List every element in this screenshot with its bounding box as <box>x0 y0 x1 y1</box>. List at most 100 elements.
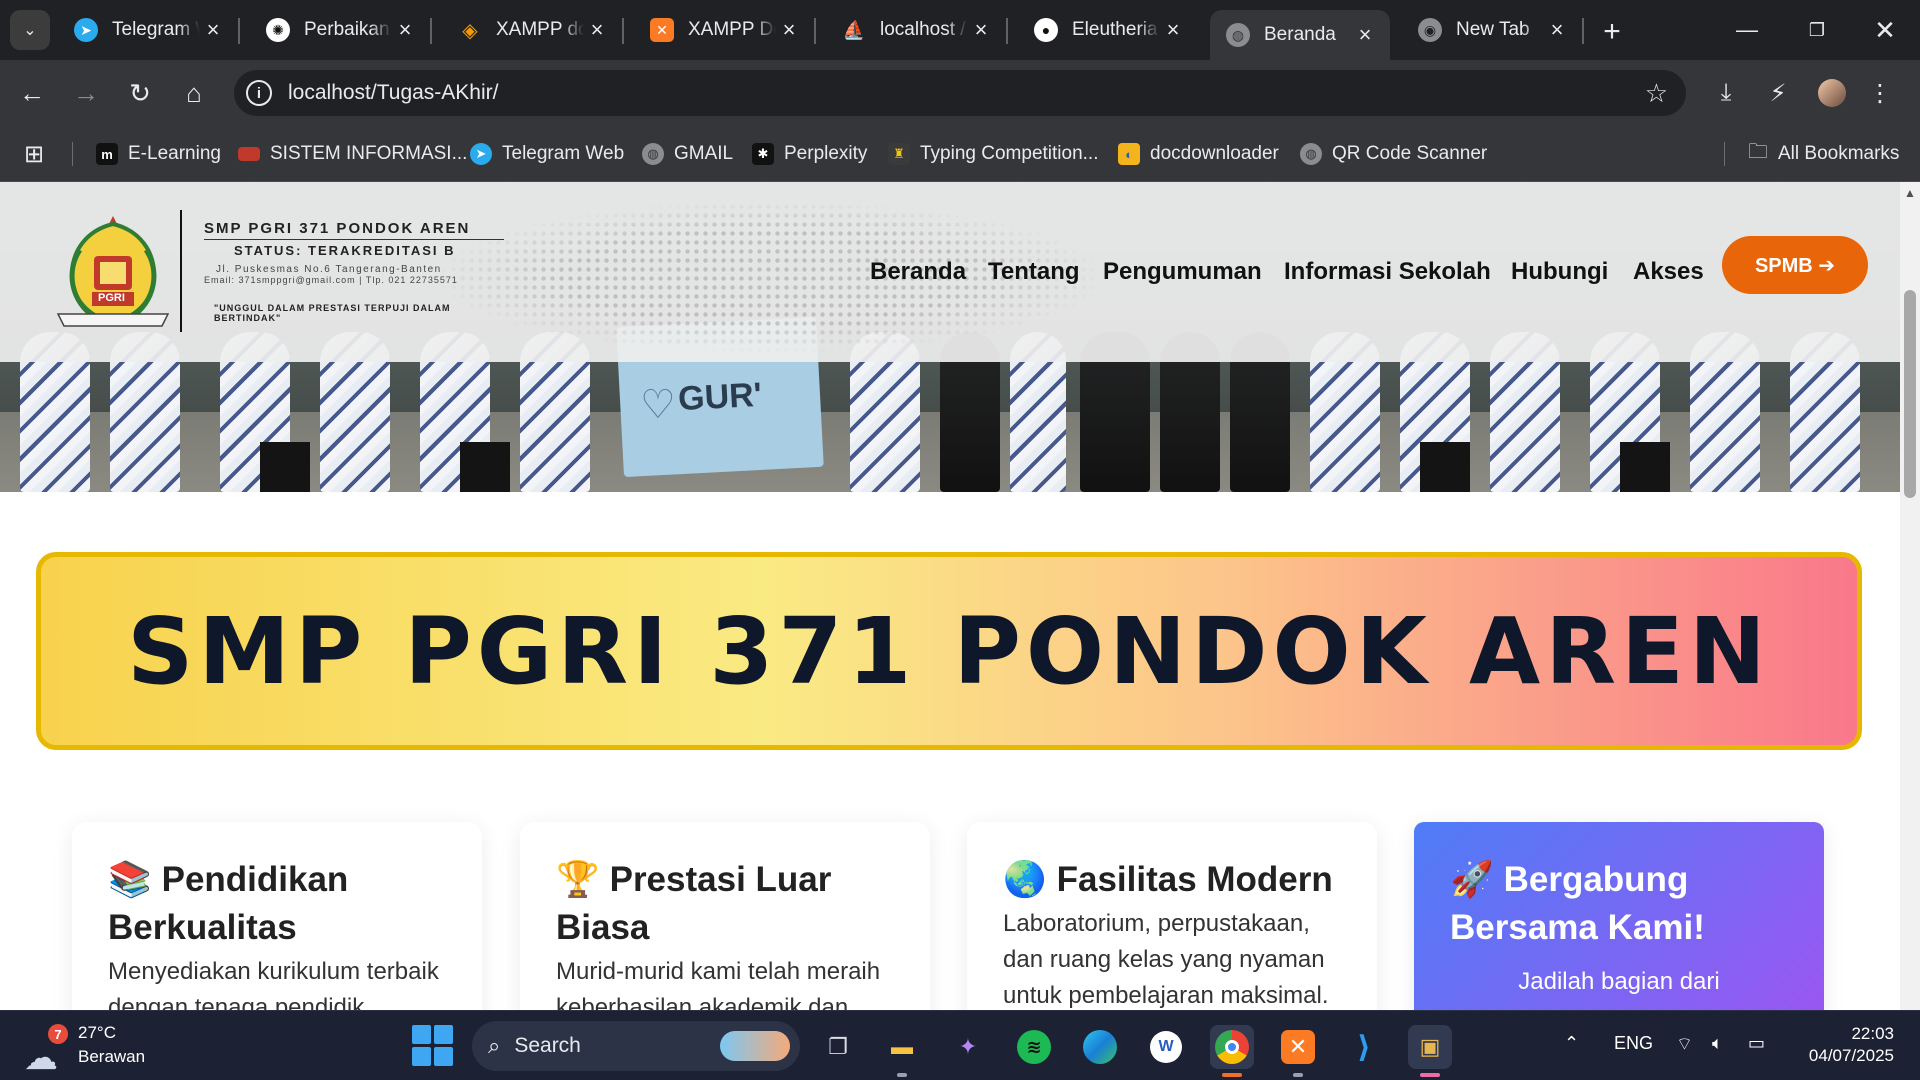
close-icon[interactable]: × <box>968 17 994 43</box>
nav-link-beranda[interactable]: Beranda <box>870 258 966 286</box>
chrome-icon: ◉ <box>1418 18 1442 42</box>
new-tab-button[interactable]: + <box>1594 14 1630 50</box>
apps-button[interactable]: ⊞ <box>24 138 44 170</box>
nav-link-tentang[interactable]: Tentang <box>988 258 1080 286</box>
taskbar-search[interactable]: ⌕ Search <box>472 1021 800 1071</box>
url-text[interactable]: localhost/Tugas-AKhir/ <box>288 81 498 105</box>
close-icon[interactable]: × <box>1544 17 1570 43</box>
battery-icon[interactable]: ▭ <box>1748 1033 1765 1054</box>
tab-beranda[interactable]: ◍ Beranda × <box>1210 10 1390 60</box>
vscode-button[interactable]: ⟩ <box>1342 1025 1386 1069</box>
start-button[interactable] <box>412 1025 454 1067</box>
download-button[interactable]: ⤓ <box>1708 75 1744 111</box>
bookmark-typing-competition[interactable]: ♜ Typing Competition... <box>888 138 1098 170</box>
address-bar[interactable]: i localhost/Tugas-AKhir/ ☆ <box>234 70 1686 116</box>
telegram-icon: ➤ <box>470 143 492 165</box>
home-button[interactable]: ⌂ <box>176 75 212 111</box>
bookmark-sistem-informasi[interactable]: SISTEM INFORMASI... <box>238 138 467 170</box>
weather-widget[interactable]: ☁ 7 27°C Berawan <box>24 1021 145 1077</box>
bookmark-star-icon[interactable]: ☆ <box>1645 78 1668 109</box>
word-launcher-button[interactable]: W <box>1144 1025 1188 1069</box>
tab-telegram[interactable]: ➤ Telegram W × <box>58 10 240 50</box>
tab-title: Perbaikan <box>304 19 390 40</box>
performance-button[interactable]: ⚡ <box>1760 75 1796 111</box>
chevron-up-icon[interactable]: ⌃ <box>1564 1033 1579 1054</box>
nav-link-hubungi[interactable]: Hubungi <box>1511 258 1608 286</box>
moodle-icon: m <box>96 143 118 165</box>
globe-icon: ◍ <box>1226 23 1250 47</box>
reload-button[interactable]: ↻ <box>122 75 158 111</box>
bookmark-docdownloader[interactable]: ◐ docdownloader <box>1118 138 1279 170</box>
page-scrollbar[interactable]: ▲ <box>1900 182 1920 1010</box>
chrome-taskbar-button[interactable] <box>1210 1025 1254 1077</box>
bookmark-telegram-web[interactable]: ➤ Telegram Web <box>470 138 624 170</box>
chrome-icon <box>1215 1030 1249 1064</box>
bookmark-gmail[interactable]: ◍ GMAIL <box>642 138 733 170</box>
cloud-icon: ☁ 7 <box>24 1024 68 1077</box>
tab-phpmyadmin[interactable]: ⛵ localhost / × <box>826 10 1008 50</box>
nav-link-pengumuman[interactable]: Pengumuman <box>1103 258 1262 286</box>
restore-button[interactable]: ❐ <box>1782 0 1852 60</box>
close-icon[interactable]: × <box>1352 22 1378 48</box>
globe-icon: ◍ <box>1300 143 1322 165</box>
tab-xampp-docs-2[interactable]: ✕ XAMPP Do × <box>634 10 816 50</box>
tab-strip: ⌄ ➤ Telegram W × ✺ Perbaikan × ◈ XAMPP d… <box>0 0 1920 60</box>
docdownloader-icon: ◐ <box>1118 143 1140 165</box>
xampp-icon: ✕ <box>650 18 674 42</box>
nav-link-akses[interactable]: Akses <box>1633 258 1704 286</box>
join-card[interactable]: 🚀 Bergabung Bersama Kami! Jadilah bagian … <box>1414 822 1824 1010</box>
volume-icon[interactable]: 🔈︎ <box>1712 1033 1723 1054</box>
search-label: Search <box>514 1034 581 1057</box>
system-clock[interactable]: 22:03 04/07/2025 <box>1809 1023 1894 1067</box>
close-icon[interactable]: × <box>200 17 226 43</box>
bookmark-perplexity[interactable]: ✱ Perplexity <box>752 138 867 170</box>
menu-button[interactable]: ⋮ <box>1862 75 1898 111</box>
close-icon[interactable]: × <box>1160 17 1186 43</box>
spmb-button[interactable]: SPMB ➔ <box>1722 236 1868 294</box>
chevron-down-icon: ⌄ <box>23 22 37 39</box>
tab-xampp-docs-1[interactable]: ◈ XAMPP do × <box>442 10 624 50</box>
nav-link-informasi-sekolah[interactable]: Informasi Sekolah <box>1284 258 1491 286</box>
close-icon[interactable]: × <box>776 17 802 43</box>
profile-button[interactable] <box>1814 75 1850 111</box>
kebab-menu-icon: ⋮ <box>1868 79 1892 107</box>
xampp-icon: ✕ <box>1281 1030 1315 1064</box>
scroll-up-icon[interactable]: ▲ <box>1904 186 1916 200</box>
bookmark-label: docdownloader <box>1150 143 1279 164</box>
card-title: 🌏 Fasilitas Modern <box>1003 856 1341 904</box>
bookmark-qr-code-scanner[interactable]: ◍ QR Code Scanner <box>1300 138 1487 170</box>
close-icon[interactable]: × <box>392 17 418 43</box>
windows-taskbar: ☁ 7 27°C Berawan ⌕ Search ❐ ▬ ✦ ≋ W ✕ ⟩ … <box>0 1010 1920 1080</box>
wifi-icon[interactable]: ⌔ <box>1676 1033 1693 1056</box>
tab-new-tab[interactable]: ◉ New Tab × <box>1402 10 1584 50</box>
minimize-button[interactable]: — <box>1712 0 1782 60</box>
close-icon[interactable]: × <box>584 17 610 43</box>
trophy-icon: 🏆 <box>556 860 600 899</box>
bookmark-e-learning[interactable]: m E-Learning <box>96 138 221 170</box>
browser-toolbar: ← → ↻ ⌂ i localhost/Tugas-AKhir/ ☆ ⤓ ⚡ ⋮ <box>0 60 1920 126</box>
rocket-icon: 🚀 <box>1450 860 1494 899</box>
edge-button[interactable] <box>1078 1025 1122 1069</box>
site-info-icon[interactable]: i <box>246 80 272 106</box>
tab-search-button[interactable]: ⌄ <box>10 10 50 50</box>
school-logo[interactable] <box>50 210 176 336</box>
back-button[interactable]: ← <box>14 75 50 111</box>
tab-perbaikan[interactable]: ✺ Perbaikan × <box>250 10 432 50</box>
copilot-button[interactable]: ✦ <box>946 1025 990 1069</box>
close-window-button[interactable]: ✕ <box>1850 0 1920 60</box>
all-bookmarks-button[interactable]: 🗀 All Bookmarks <box>1748 138 1899 170</box>
task-view-button[interactable]: ❐ <box>816 1025 860 1069</box>
file-explorer-button[interactable]: ▬ <box>880 1025 924 1077</box>
siakad-icon <box>238 147 260 161</box>
spotify-button[interactable]: ≋ <box>1012 1025 1056 1069</box>
tab-github[interactable]: ● Eleutheria × <box>1018 10 1198 50</box>
xampp-taskbar-button[interactable]: ✕ <box>1276 1025 1320 1077</box>
language-indicator[interactable]: ENG <box>1614 1033 1653 1054</box>
school-address: Jl. Puskesmas No.6 Tangerang-Banten <box>216 264 442 275</box>
performance-icon: ⚡ <box>1769 79 1787 107</box>
scrollbar-thumb[interactable] <box>1904 290 1916 498</box>
card-title: 🏆 Prestasi Luar Biasa <box>556 856 894 952</box>
forward-button[interactable]: → <box>68 75 104 111</box>
app-taskbar-button[interactable]: ▣ <box>1408 1025 1452 1077</box>
download-icon: ⤓ <box>1720 79 1732 106</box>
